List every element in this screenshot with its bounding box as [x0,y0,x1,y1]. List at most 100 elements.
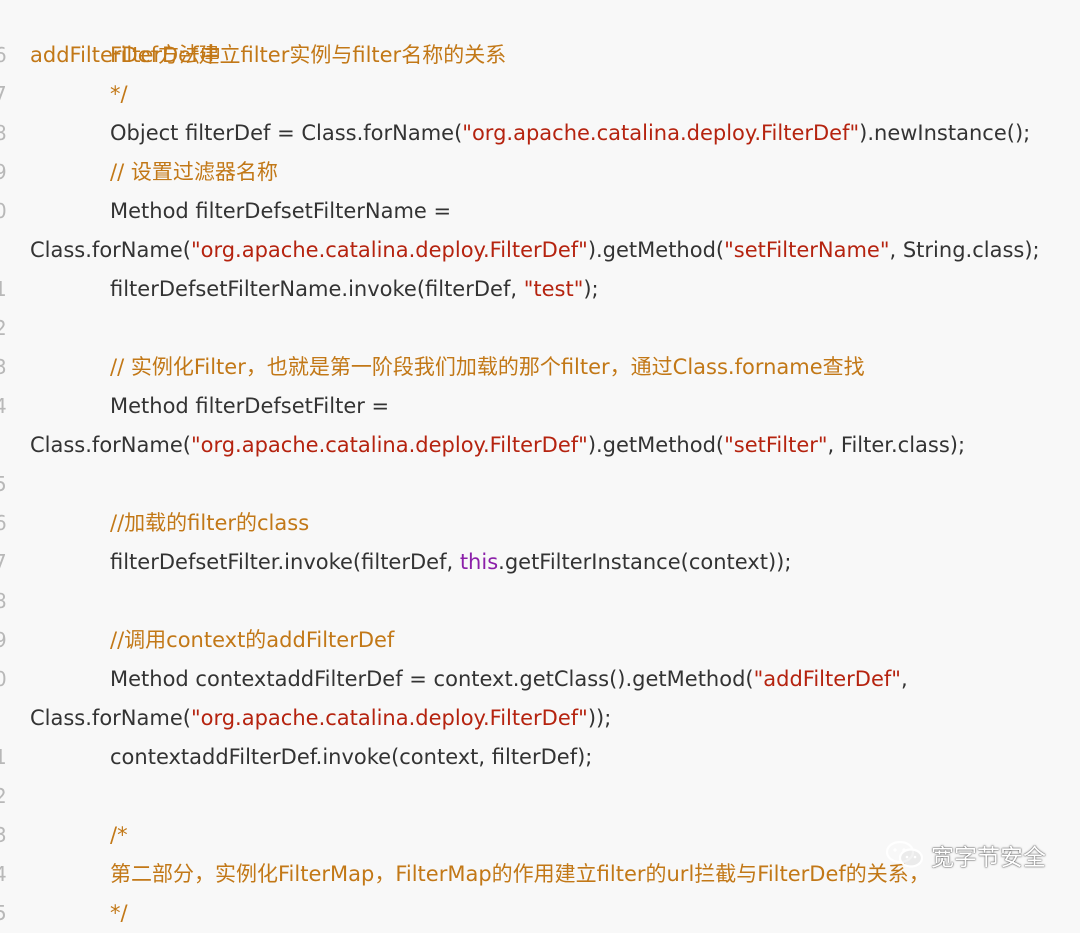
code-text: Method contextaddFilterDef = context.get… [110,660,908,699]
code-line: 8 Object filterDef = Class.forName("org.a… [0,114,1080,153]
comment-token: */ [110,82,128,106]
line-number: 1 [0,745,7,769]
code-token: Class.forName( [30,706,191,730]
code-token: , Filter.class); [827,433,966,457]
code-token: ).getMethod( [587,238,725,262]
string-token: "org.apache.catalina.deploy.FilterDef" [190,433,588,457]
code-line: 7 */ [0,75,1080,114]
comment-token: //调用context的addFilterDef [110,628,395,652]
wechat-icon [885,839,925,871]
code-text: FilterDef建立filter实例与filter名称的关系 [110,36,506,75]
line-number: 4 [0,862,7,886]
code-line: 8 [0,582,1080,621]
code-token: , String.class); [889,238,1040,262]
comment-token: //加载的filter的class [110,511,310,535]
code-text: // 实例化Filter，也就是第一阶段我们加载的那个filter，通过Clas… [110,348,865,387]
line-number: 6 [0,43,7,67]
comment-token: 第二部分，实例化FilterMap，FilterMap的作用建立filter的u… [110,862,930,886]
code-line: 1 contextaddFilterDef.invoke(context, fil… [0,738,1080,777]
code-text: filterDefsetFilterName.invoke(filterDef,… [110,270,599,309]
code-text: //调用context的addFilterDef [110,621,394,660]
line-number: 2 [0,784,7,808]
keyword-token: this [459,550,499,574]
code-line: Class.forName("org.apache.catalina.deplo… [0,426,1080,465]
code-text: Object filterDef = Class.forName("org.ap… [110,114,1030,153]
code-token: ).newInstance(); [859,121,1031,145]
string-token: "setFilterName" [724,238,890,262]
code-line: 0 Method filterDefsetFilterName = [0,192,1080,231]
code-text: // 设置过滤器名称 [110,153,278,192]
code-text: Class.forName("org.apache.catalina.deplo… [30,426,965,465]
line-number: 2 [0,316,7,340]
code-line: 9 // 设置过滤器名称 [0,153,1080,192]
code-text: 第二部分，实例化FilterMap，FilterMap的作用建立filter的u… [110,855,930,894]
string-token: "addFilterDef" [753,667,901,691]
comment-token: /* [110,823,128,847]
code-text: Class.forName("org.apache.catalina.deplo… [30,231,1040,270]
code-text: Method filterDefsetFilter = [110,387,389,426]
code-line: 2 [0,309,1080,348]
code-line: 5 [0,465,1080,504]
line-number: 8 [0,121,7,145]
code-line: 0 Method contextaddFilterDef = context.ge… [0,660,1080,699]
code-text: */ [110,894,128,933]
code-line: 5 */ [0,894,1080,933]
code-token: Object filterDef = Class.forName( [110,121,463,145]
code-text: Class.forName("org.apache.catalina.deplo… [30,699,611,738]
line-number: 8 [0,589,7,613]
code-line: Class.forName("org.apache.catalina.deplo… [0,699,1080,738]
line-number: 5 [0,901,7,925]
code-line: 6 FilterDef建立filter实例与filter名称的关系 [0,36,1080,75]
line-number: 1 [0,277,7,301]
comment-token: FilterDef建立filter实例与filter名称的关系 [110,43,507,67]
string-token: "setFilter" [724,433,828,457]
code-token: ).getMethod( [587,433,725,457]
code-token: )); [587,706,612,730]
line-number: 7 [0,550,7,574]
line-number: 5 [0,472,7,496]
watermark-text: 宽字节安全 [931,845,1046,871]
comment-token: // 实例化Filter，也就是第一阶段我们加载的那个filter，通过Clas… [110,355,865,379]
watermark: 宽字节安全 [885,838,1046,872]
code-editor: addFilterDef方法中 6 FilterDef建立filter实例与fil… [0,0,1080,925]
line-number: 9 [0,160,7,184]
code-token: filterDefsetFilterName.invoke(filterDef, [110,277,524,301]
line-number: 6 [0,511,7,535]
code-text: filterDefsetFilter.invoke(filterDef, thi… [110,543,791,582]
string-token: "org.apache.catalina.deploy.FilterDef" [190,706,588,730]
code-text: //加载的filter的class [110,504,309,543]
string-token: "org.apache.catalina.deploy.FilterDef" [462,121,860,145]
line-number: 3 [0,823,7,847]
code-line: 9 //调用context的addFilterDef [0,621,1080,660]
code-line: Class.forName("org.apache.catalina.deplo… [0,231,1080,270]
line-number: 7 [0,82,7,106]
code-token: Class.forName( [30,433,191,457]
code-line: 2 [0,777,1080,816]
code-text: Method filterDefsetFilterName = [110,192,451,231]
code-token: Class.forName( [30,238,191,262]
code-line: 1 filterDefsetFilterName.invoke(filterDef… [0,270,1080,309]
code-line: 3 // 实例化Filter，也就是第一阶段我们加载的那个filter，通过Cla… [0,348,1080,387]
code-line: 4 Method filterDefsetFilter = [0,387,1080,426]
code-token: Method contextaddFilterDef = context.get… [110,667,754,691]
code-token: contextaddFilterDef.invoke(context, filt… [110,745,593,769]
code-text: */ [110,75,128,114]
code-token: Method filterDefsetFilterName = [110,199,452,223]
code-token: Method filterDefsetFilter = [110,394,390,418]
code-token: .getFilterInstance(context)); [498,550,792,574]
string-token: "test" [523,277,584,301]
code-text: /* [110,816,128,855]
code-text: contextaddFilterDef.invoke(context, filt… [110,738,592,777]
line-number: 4 [0,394,7,418]
code-line: 6 //加载的filter的class [0,504,1080,543]
code-token: filterDefsetFilter.invoke(filterDef, [110,550,460,574]
code-token: , [900,667,908,691]
code-title-line: addFilterDef方法中 [0,0,1080,67]
line-number: 0 [0,667,7,691]
code-token: ); [583,277,599,301]
line-number: 9 [0,628,7,652]
comment-token: // 设置过滤器名称 [110,160,278,184]
line-number: 3 [0,355,7,379]
code-line: 7 filterDefsetFilter.invoke(filterDef, th… [0,543,1080,582]
string-token: "org.apache.catalina.deploy.FilterDef" [190,238,588,262]
